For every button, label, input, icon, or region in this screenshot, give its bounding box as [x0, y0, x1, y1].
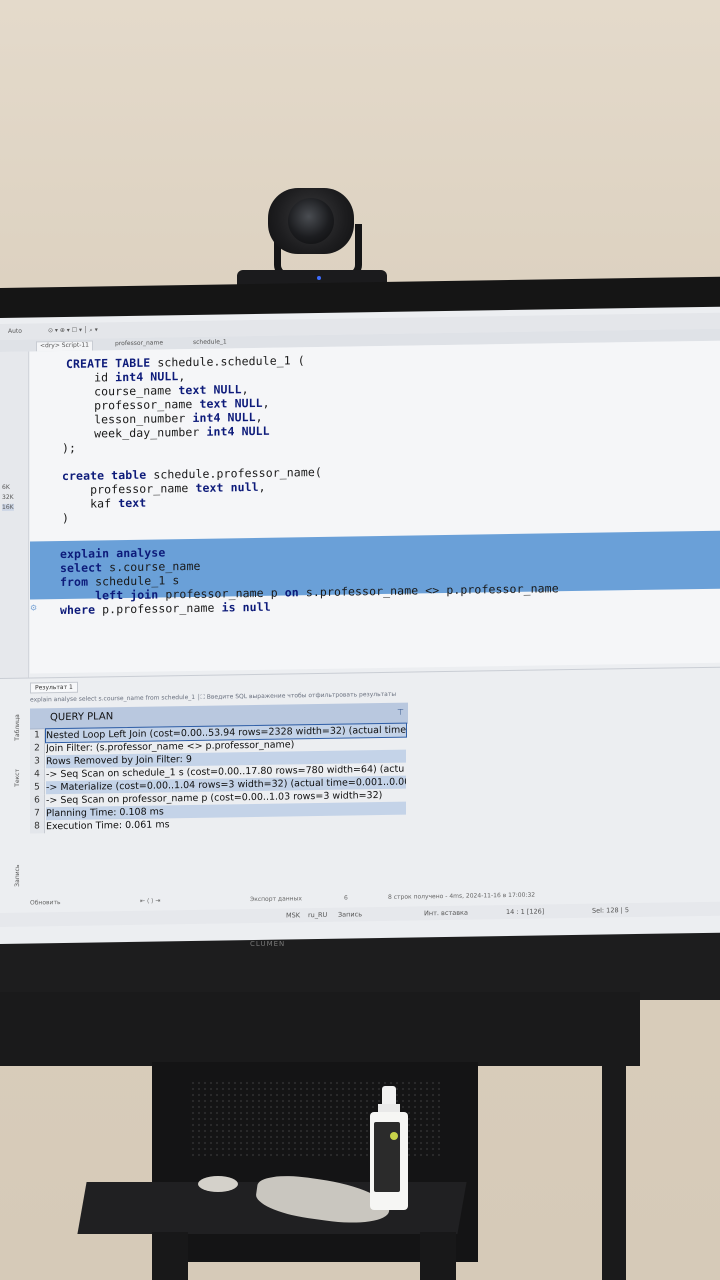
- code-line: kaf text: [62, 495, 147, 512]
- view-text-toggle[interactable]: Текст: [14, 769, 21, 787]
- tab-professor-name[interactable]: professor_name: [112, 339, 166, 349]
- stand-leg: [420, 1232, 456, 1280]
- webcam-led: [317, 276, 321, 280]
- stat-label: 16K: [2, 503, 14, 511]
- code-line: select s.course_name: [60, 558, 201, 576]
- column-query-plan: QUERY PLAN: [50, 711, 114, 724]
- insert-mode[interactable]: Инт. вставка: [424, 909, 468, 918]
- cleaning-cloth: [198, 1176, 238, 1192]
- tab-result-1[interactable]: Результат 1: [30, 681, 78, 694]
- code-line: );: [62, 440, 77, 456]
- stat-label: 6K: [2, 483, 10, 491]
- refresh-button[interactable]: Обновить: [30, 899, 60, 906]
- monitor-stand-top: [0, 992, 640, 1066]
- monitor-brand-logo: CLUMEN: [250, 940, 286, 948]
- row-number: 1: [30, 729, 45, 743]
- execute-marker-icon[interactable]: ⚙: [30, 603, 37, 612]
- screen: Auto ⊙ ▾ ⊕ ▾ ☐ ▾ │ ⌕ ▾ <dry> Script-11 p…: [0, 306, 720, 944]
- row-number: 6: [30, 794, 45, 808]
- row-number: 7: [30, 807, 45, 821]
- selection-info: Sel: 128 | 5: [592, 906, 630, 915]
- results-panel: Результат 1 explain analyse select s.cou…: [0, 666, 720, 929]
- view-record-toggle[interactable]: Запись: [14, 864, 21, 886]
- toolbar-icons[interactable]: ⊙ ▾ ⊕ ▾ ☐ ▾ │ ⌕ ▾: [48, 326, 98, 335]
- cleaner-bottle: [370, 1086, 408, 1210]
- locale: ru_RU: [308, 910, 328, 920]
- row-number: 5: [30, 781, 45, 795]
- left-panel: 6K 32K 16K: [0, 351, 29, 682]
- filter-placeholder: Введите SQL выражение чтобы отфильтроват…: [206, 690, 397, 701]
- rows-fetched-status: 8 строк получено - 4ms, 2024-11-16 в 17:…: [388, 891, 536, 901]
- row-number: 2: [30, 742, 45, 756]
- results-grid: QUERY PLAN ⊤ 1 Nested Loop Left Join (cos…: [30, 702, 408, 834]
- row-number: 8: [30, 820, 45, 834]
- stat-label: 32K: [2, 493, 14, 501]
- stand-pole: [602, 1000, 626, 1280]
- filter-query-text: explain analyse select s.course_name fro…: [30, 693, 196, 704]
- webcam-lens: [288, 198, 334, 244]
- column-filter-icon[interactable]: ⊤: [397, 708, 404, 717]
- cursor-position: 14 : 1 [126]: [506, 907, 545, 917]
- code-line: ): [62, 510, 70, 526]
- result-view-switcher: Таблица Текст Запись: [12, 709, 28, 899]
- filter-icon: │⛶: [197, 693, 207, 701]
- tab-schedule-1[interactable]: schedule_1: [190, 338, 230, 348]
- nav-arrows-icon[interactable]: ⇤ ⟨ ⟩ ⇥: [140, 897, 160, 904]
- page-count: 6: [344, 894, 348, 902]
- row-number: 3: [30, 755, 45, 769]
- transaction-mode[interactable]: Auto: [8, 328, 22, 335]
- timezone: MSK: [286, 911, 300, 920]
- export-button[interactable]: Экспорт данных: [250, 895, 302, 903]
- stand-leg: [152, 1232, 188, 1280]
- row-number: 4: [30, 768, 45, 782]
- bottle-label-dot: [390, 1132, 398, 1140]
- edit-mode[interactable]: Запись: [338, 910, 362, 918]
- view-table-toggle[interactable]: Таблица: [14, 714, 21, 741]
